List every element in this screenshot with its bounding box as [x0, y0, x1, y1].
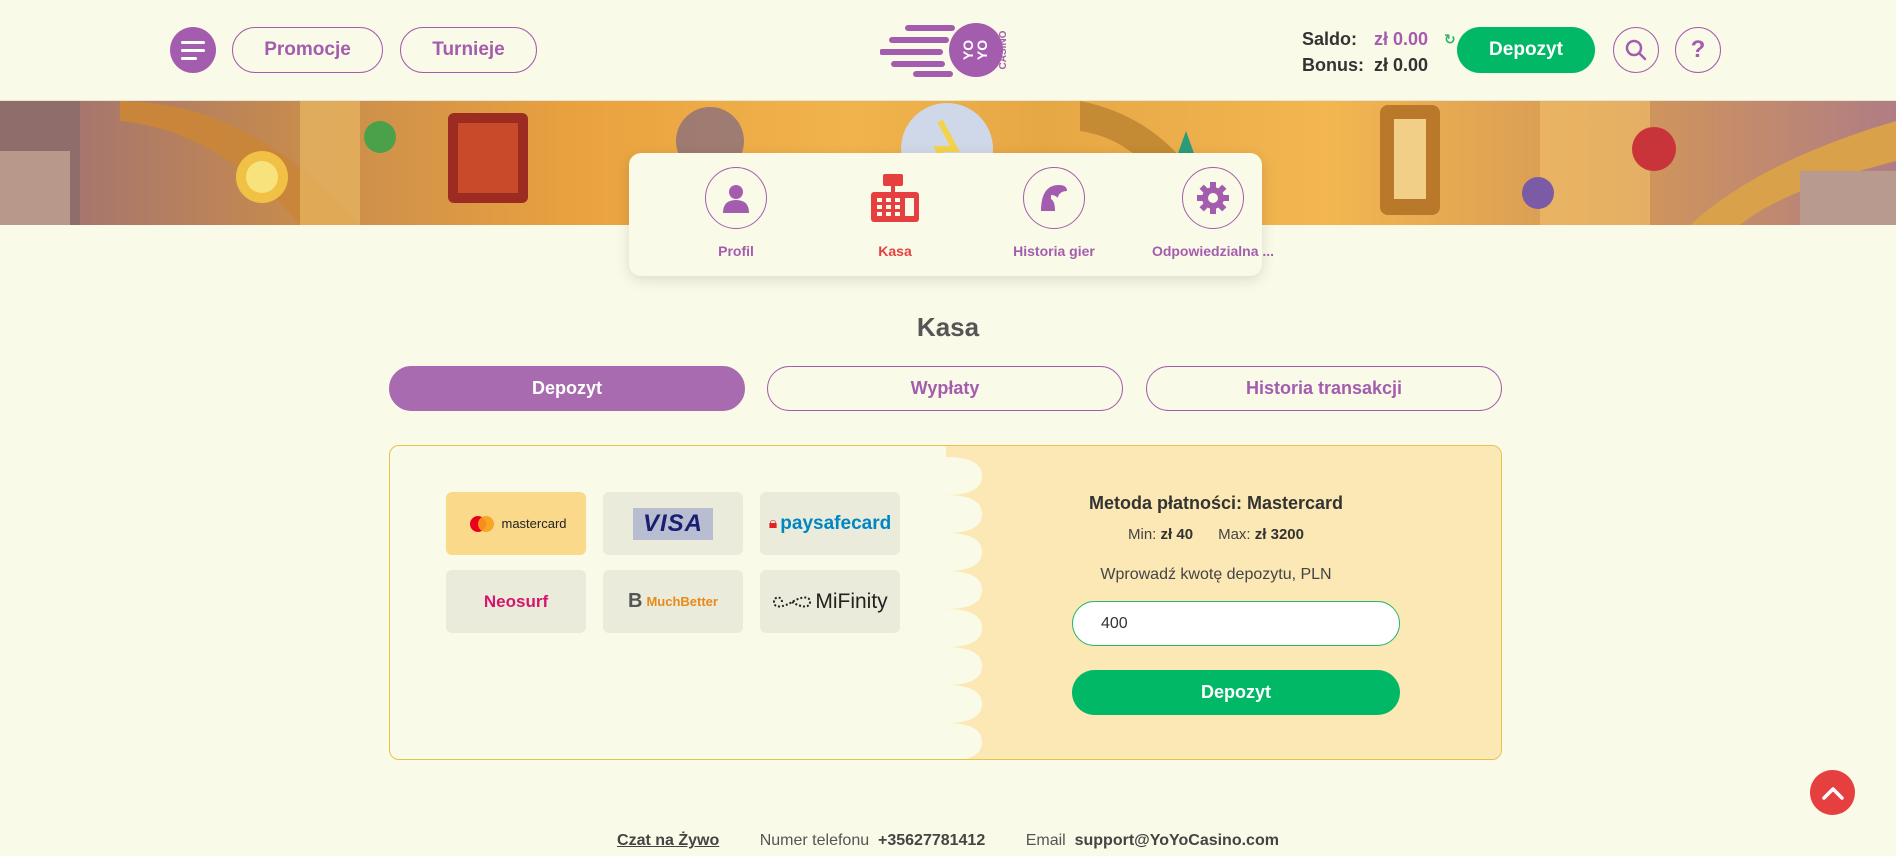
- nav-label-profile: Profil: [718, 243, 754, 259]
- live-chat-link[interactable]: Czat na Żywo: [617, 832, 719, 849]
- mifinity-logo: MiFinity: [815, 589, 888, 613]
- user-icon: [705, 167, 767, 229]
- nav-label-game-history: Historia gier: [1013, 243, 1095, 259]
- lock-icon: 🔒︎: [768, 514, 778, 532]
- balance-block: Saldo: zł 0.00 ↻ Bonus: zł 0.00: [1302, 26, 1456, 78]
- min-label: Min:: [1128, 526, 1157, 543]
- help-icon[interactable]: ?: [1675, 27, 1721, 73]
- visa-logo: VISA: [632, 507, 713, 540]
- nav-item-responsible-gaming[interactable]: Odpowiedzialna ...: [1138, 167, 1288, 259]
- nav-label-cashier: Kasa: [878, 243, 912, 259]
- amount-prompt: Wprowadź kwotę depozytu, PLN: [1100, 566, 1332, 583]
- bonus-value: zł 0.00: [1374, 55, 1429, 75]
- cash-register-icon: [864, 167, 926, 229]
- mastercard-logo-icon: [470, 515, 495, 532]
- email-block: Email support@YoYoCasino.com: [1026, 832, 1279, 849]
- page-title: Kasa: [916, 312, 980, 342]
- payment-method-muchbetter[interactable]: B MuchBetter: [603, 570, 743, 633]
- payment-method-visa[interactable]: VISA: [603, 492, 743, 555]
- account-nav: Profil Kasa Historia gier Odpowiedzialna…: [629, 153, 1274, 276]
- max-label: Max:: [1218, 526, 1251, 543]
- email-value[interactable]: support@YoYoCasino.com: [1075, 832, 1279, 849]
- payment-method-mastercard[interactable]: mastercard: [446, 492, 586, 555]
- muchbetter-logo: MuchBetter: [646, 594, 718, 609]
- refresh-icon[interactable]: ↻: [1444, 26, 1456, 52]
- deposit-panel: mastercard VISA 🔒︎ paysafecard Neosurf B…: [389, 445, 1502, 760]
- deposit-amount-input[interactable]: [1072, 601, 1400, 646]
- tab-transaction-history[interactable]: Historia transakcji: [1146, 366, 1502, 411]
- muchbetter-icon: B: [628, 590, 643, 612]
- promotions-button[interactable]: Promocje: [232, 27, 383, 73]
- phone-block: Numer telefonu +35627781412: [760, 832, 990, 849]
- phone-value[interactable]: +35627781412: [878, 832, 985, 849]
- infinity-icon: [773, 596, 812, 607]
- nav-item-game-history[interactable]: Historia gier: [979, 167, 1129, 259]
- balance-label: Saldo:: [1302, 29, 1358, 49]
- header-deposit-button[interactable]: Depozyt: [1457, 27, 1595, 73]
- neosurf-logo: Neosurf: [483, 591, 549, 611]
- tab-withdrawals[interactable]: Wypłaty: [767, 366, 1123, 411]
- chevron-up-icon: [1821, 786, 1844, 800]
- payment-method-paysafecard[interactable]: 🔒︎ paysafecard: [760, 492, 900, 555]
- logo-text-3: CASINO: [998, 30, 1009, 69]
- nav-item-profile[interactable]: Profil: [661, 167, 811, 259]
- footer: Czat na Żywo Numer telefonu +35627781412…: [0, 832, 1896, 850]
- payment-method-title: Metoda płatności: Mastercard: [1088, 493, 1344, 513]
- min-value: zł 40: [1160, 526, 1194, 543]
- header: Promocje Turnieje YO YO CASINO Saldo: zł…: [0, 0, 1896, 101]
- scroll-to-top-button[interactable]: [1810, 770, 1855, 815]
- max-value: zł 3200: [1254, 526, 1304, 543]
- paysafecard-logo: paysafecard: [780, 512, 892, 534]
- deposit-submit-button[interactable]: Depozyt: [1072, 670, 1400, 715]
- email-label: Email: [1025, 832, 1066, 849]
- menu-icon[interactable]: [170, 27, 216, 73]
- bonus-label: Bonus:: [1302, 55, 1364, 75]
- gear-icon: [1182, 167, 1244, 229]
- payment-method-label: mastercard: [501, 516, 567, 531]
- search-icon[interactable]: [1613, 27, 1659, 73]
- tab-deposit[interactable]: Depozyt: [389, 366, 745, 411]
- deposit-limits: Min: zł 40 Max: zł 3200: [1066, 526, 1366, 543]
- nav-label-responsible-gaming: Odpowiedzialna ...: [1151, 243, 1275, 259]
- payment-method-neosurf[interactable]: Neosurf: [446, 570, 586, 633]
- payment-method-mifinity[interactable]: MiFinity: [760, 570, 900, 633]
- logo-text-2: YO: [974, 40, 990, 60]
- phone-label: Numer telefonu: [759, 832, 870, 849]
- yoyo-casino-logo[interactable]: YO YO CASINO: [880, 20, 1012, 80]
- tournaments-button[interactable]: Turnieje: [400, 27, 537, 73]
- balance-value: zł 0.00: [1374, 29, 1429, 49]
- helmet-icon: [1023, 167, 1085, 229]
- nav-item-cashier[interactable]: Kasa: [820, 167, 970, 259]
